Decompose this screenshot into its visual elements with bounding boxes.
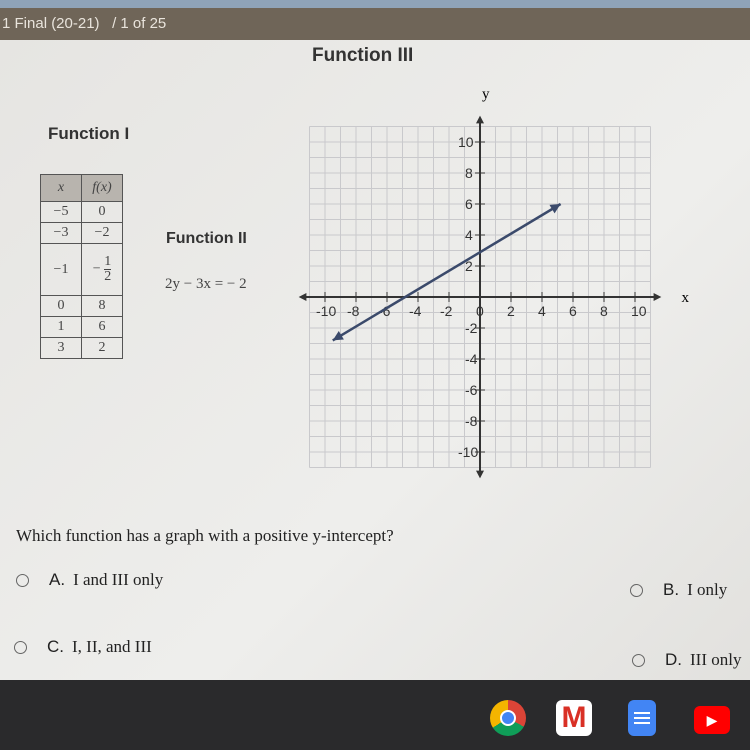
radio-button[interactable] [632,653,645,667]
option-d[interactable]: D. III only [632,650,741,670]
question-progress: / 1 of 25 [112,15,167,32]
function-i-title: Function I [48,124,130,143]
cell: −5 [40,201,82,223]
y-tick-label: 4 [465,227,473,243]
x-tick-label: 10 [631,303,647,319]
fraction: 12 [104,254,112,284]
table-row: −5 0 [40,201,123,223]
cell: − 12 [81,243,123,296]
y-axis-arrow [476,115,484,124]
table-row: −3 −2 [40,222,123,244]
table-row: −1 − 12 [40,243,123,296]
y-tick-label: -4 [465,351,478,367]
cell: 1 [40,316,82,338]
radio-button[interactable] [630,583,643,597]
gmail-icon[interactable]: M [556,700,592,736]
y-tick-label: 6 [465,196,473,212]
x-tick-label: 6 [569,303,577,319]
option-letter: D. [665,650,682,669]
option-text: III only [690,650,742,669]
option-letter: B. [663,580,680,599]
cell: −1 [40,243,82,296]
radio-button[interactable] [14,640,27,654]
x-axis-arrow [653,293,662,301]
question-text: Which function has a graph with a positi… [16,526,394,545]
radio-button[interactable] [16,573,29,587]
cell: 0 [40,295,82,317]
x-tick-label: -8 [347,303,360,319]
minus-sign: − [92,261,101,277]
cell: −2 [81,222,123,244]
y-tick-label: -8 [465,413,478,429]
x-tick-label: -10 [316,303,336,319]
x-tick-label: 4 [538,303,546,319]
top-bar: 1 Final (20-21) / 1 of 25 [0,8,750,40]
function-iii-title: Function III [312,45,414,66]
function-ii-title: Function II [166,230,247,247]
cell: 6 [81,316,123,338]
option-a[interactable]: A. I and III only [16,570,163,590]
test-title: 1 Final (20-21) [2,15,100,32]
x-tick-label: -4 [409,303,422,319]
y-tick-label: -2 [465,320,478,336]
window-edge [0,0,750,8]
numerator: 1 [104,254,112,270]
y-tick-label: -6 [465,382,478,398]
option-b[interactable]: B. I only [630,580,727,600]
option-letter: A. [49,570,66,589]
option-text: I, II, and III [72,637,152,656]
chrome-icon[interactable] [490,700,526,736]
cell: 8 [81,295,123,317]
docs-icon[interactable] [628,700,656,736]
option-letter: C. [47,637,64,656]
x-tick-label: 0 [476,303,484,319]
cell: 0 [81,201,123,223]
table-row: 08 [40,295,123,317]
table-row: 16 [40,316,123,338]
denominator: 2 [104,269,112,284]
x-axis-arrow [298,293,307,301]
function-iii-graph: xy-10-8-6-4-20246810108642-2-4-6-8-10 [298,87,690,479]
option-text: I only [687,580,728,599]
y-tick-label: -10 [458,444,478,460]
y-tick-label: 10 [458,134,474,150]
function-i-table: x f(x) −5 0 −3 −2 −1 − 12 08 16 32 [40,174,123,359]
y-axis-label: y [482,87,490,103]
x-tick-label: 2 [507,303,515,319]
option-text: I and III only [73,570,164,589]
x-axis-label: x [682,290,690,306]
table-row: 32 [40,337,123,359]
cell: 3 [40,337,82,359]
youtube-icon[interactable]: ▶ [694,706,730,734]
cell: −3 [40,222,82,244]
x-tick-label: 8 [600,303,608,319]
function-ii-equation: 2y − 3x = − 2 [165,276,247,292]
y-tick-label: 8 [465,165,473,181]
x-tick-label: -2 [440,303,453,319]
header-fx: f(x) [81,174,123,202]
header-x: x [40,174,82,202]
option-c[interactable]: C. I, II, and III [14,637,152,657]
y-axis-arrow [476,470,484,479]
cell: 2 [81,337,123,359]
